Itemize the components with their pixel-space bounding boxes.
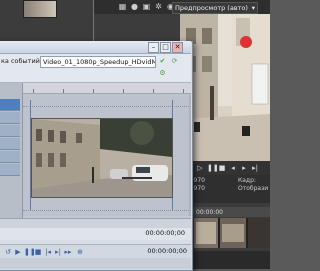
ruler-tick (153, 89, 154, 93)
timeline-ruler[interactable]: 00:00:00 (180, 207, 270, 217)
prev-icon[interactable]: |◂ (44, 248, 52, 256)
end-icon[interactable]: ▸▸ (64, 248, 72, 256)
dialog-ruler[interactable] (23, 83, 191, 94)
dialog-status-strip (0, 258, 191, 269)
track-header[interactable] (0, 138, 20, 150)
event-file-name-field[interactable]: Video_01_1080p_Speedup_HDvidMe (40, 56, 156, 68)
preview-quality-dropdown[interactable]: Предпросмотр (авто) ▾ (172, 2, 258, 14)
stop-icon[interactable]: ■ (34, 248, 42, 256)
clip-thumbnails (194, 218, 270, 248)
timeline-video-track[interactable] (194, 218, 270, 248)
dialog-vertical-scrollbar[interactable] (189, 94, 191, 216)
timeline-audio-track[interactable] (194, 251, 270, 269)
track-header[interactable] (0, 164, 20, 176)
dialog-horizontal-scrollbar[interactable] (0, 218, 191, 228)
apply-icon[interactable]: ✔ (158, 57, 167, 66)
maximize-icon[interactable]: □ (160, 42, 171, 53)
dialog-timecode: 00:00:00;00 (145, 229, 185, 237)
main-transport-bar: ▶ ▷ ❚❚ ■ ◂ ▸ ▸| (180, 161, 270, 175)
street-frame-image (32, 119, 172, 197)
event-label: ка событий: (1, 57, 43, 65)
pause-icon[interactable]: ❚❚ (24, 248, 36, 256)
gear-icon[interactable]: ✲ (154, 2, 163, 11)
display-label: Отобрази (238, 185, 269, 192)
zoom-icon[interactable]: ⊕ (76, 248, 84, 256)
guide-line (23, 106, 189, 107)
dialog-titlebar[interactable]: – □ ✕ (0, 41, 191, 54)
ruler-tick (123, 89, 124, 93)
preview-quality-value: Предпросмотр (авто) (175, 4, 248, 12)
preview-info-panel: 29,970 29,970 Кадр: Отобрази (180, 175, 270, 203)
track-header[interactable] (0, 125, 20, 137)
film-icon[interactable]: ▦ (118, 2, 127, 11)
video-preview (180, 14, 270, 161)
ruler-tick (93, 89, 94, 93)
media-thumbnail[interactable] (23, 0, 57, 18)
chevron-down-icon: ▾ (251, 4, 255, 12)
pause-icon[interactable]: ❚❚ (207, 164, 219, 172)
stop-icon[interactable]: ■ (218, 164, 226, 172)
dot-icon[interactable]: ● (130, 2, 139, 11)
track-header-selected[interactable] (0, 99, 20, 111)
keyframe-tracks-panel (0, 83, 23, 218)
end-icon[interactable]: ▸| (251, 164, 259, 172)
dialog-transport-bar: ↺ ▶ ❚❚ ■ |◂ ▸| ▸▸ ⊕ 00:00:00;00 (0, 244, 191, 259)
track-header[interactable] (0, 112, 20, 124)
loop-icon[interactable]: ↺ (4, 248, 12, 256)
street-scene-image (180, 14, 270, 161)
event-frame-preview[interactable] (31, 118, 173, 198)
guide-line (23, 210, 189, 211)
ruler-time: 00:00:00 (196, 209, 223, 216)
grid-icon[interactable]: ▣ (142, 2, 151, 11)
refresh-icon[interactable]: ⟳ (170, 57, 179, 66)
ruler-tick (63, 89, 64, 93)
play-start-icon[interactable]: ▷ (196, 164, 204, 172)
dialog-toolbar-row (0, 68, 191, 80)
next-icon[interactable]: ▸| (54, 248, 62, 256)
close-icon[interactable]: ✕ (172, 42, 183, 53)
ruler-tick (33, 89, 34, 93)
prev-frame-icon[interactable]: ◂ (229, 164, 237, 172)
track-header[interactable] (0, 151, 20, 163)
dialog-transport-time: 00:00:00;00 (147, 247, 187, 255)
ruler-tick (183, 89, 184, 93)
frame-label: Кадр: (238, 177, 256, 184)
dialog-time-row: 00:00:00;00 (0, 228, 191, 240)
minimize-icon[interactable]: – (148, 42, 159, 53)
next-frame-icon[interactable]: ▸ (240, 164, 248, 172)
event-file-name: Video_01_1080p_Speedup_HDvidMe (43, 58, 156, 66)
play-icon[interactable]: ▶ (14, 248, 22, 256)
